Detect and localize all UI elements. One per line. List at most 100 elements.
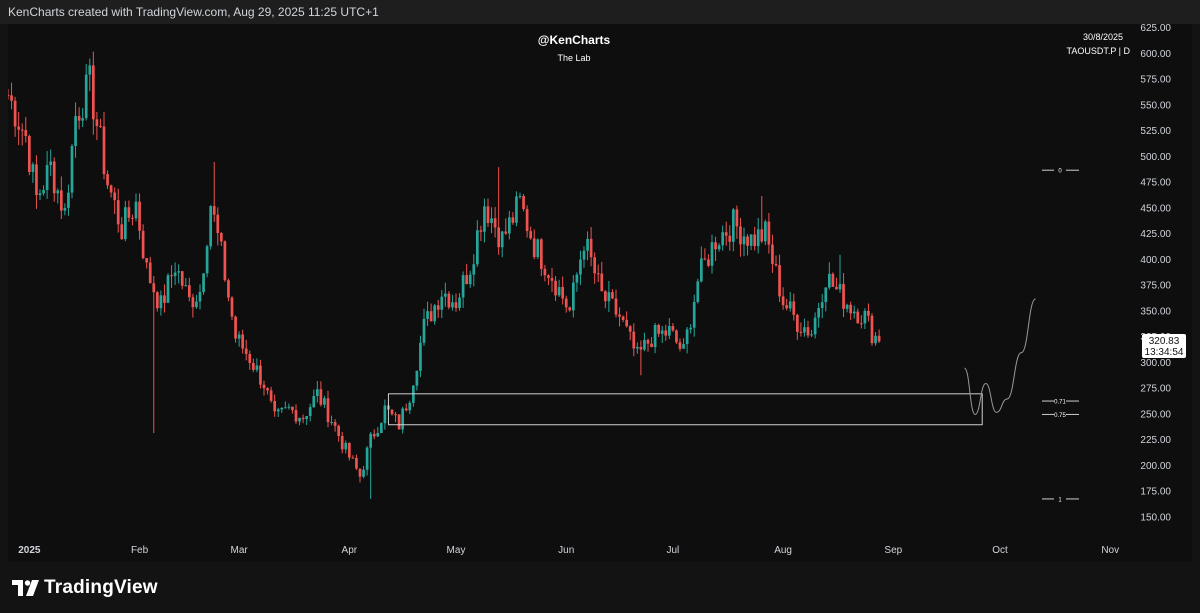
candle (603, 290, 607, 309)
tradingview-logo[interactable]: TradingView (12, 576, 158, 600)
candle (127, 200, 131, 223)
candle-body (145, 258, 149, 263)
candle-body (529, 231, 533, 239)
candle (198, 284, 202, 310)
candle (703, 248, 707, 261)
candle (532, 229, 536, 260)
candle-body (102, 126, 106, 175)
candle-body (283, 407, 287, 409)
candle (330, 415, 333, 426)
candle (639, 340, 643, 376)
candle (163, 284, 166, 313)
candle-body (20, 129, 24, 131)
candle (781, 287, 785, 310)
candle-body (859, 323, 863, 325)
candle-body (678, 342, 682, 349)
candle-body (177, 271, 181, 273)
candle (13, 96, 17, 137)
candle (589, 227, 593, 267)
candle-body (820, 302, 824, 309)
candle-body (635, 346, 639, 349)
candle-body (166, 275, 170, 303)
candle (653, 322, 657, 354)
candle-body (276, 409, 280, 412)
candle (678, 338, 682, 352)
candle-body (419, 342, 422, 371)
candle-body (735, 209, 739, 227)
candle (301, 414, 305, 424)
candle-body (618, 314, 621, 317)
candle-body (24, 130, 28, 136)
candle (824, 287, 828, 312)
candle (209, 205, 213, 250)
candle-body (582, 250, 586, 260)
candle (571, 275, 575, 318)
candle (817, 302, 821, 328)
candle (682, 338, 685, 349)
candle (465, 263, 469, 285)
candle-body (141, 230, 145, 259)
candle (763, 219, 767, 246)
candle-body (856, 311, 860, 324)
candle (379, 422, 383, 434)
candle-body (863, 310, 867, 324)
candle-body (724, 232, 728, 236)
candles-layer (6, 51, 881, 499)
candle (77, 107, 81, 130)
candle-body (586, 238, 589, 251)
candle-body (465, 275, 469, 285)
candle-body (323, 398, 326, 405)
candle (415, 370, 419, 391)
bottom-bar (0, 562, 1200, 613)
candle (319, 381, 323, 407)
candle (244, 339, 248, 361)
candle (38, 189, 42, 201)
candle (749, 234, 753, 251)
info-symbol: TAOUSDT.P | D (1066, 46, 1130, 56)
candle (24, 117, 28, 143)
candle-body (803, 327, 806, 333)
chart-frame[interactable]: 0 0.71 0.75 1 625.00 600.00 575.00 550.00 525.0… (6, 23, 1192, 562)
candle (326, 390, 330, 428)
candle (831, 272, 835, 287)
candle-body (408, 402, 412, 411)
watermark-author: @KenCharts (538, 33, 611, 47)
candle (280, 407, 284, 413)
candle (696, 278, 700, 304)
candle-body (330, 422, 333, 424)
candle (614, 289, 618, 318)
candle-body (500, 231, 504, 248)
candle-body (301, 417, 305, 420)
candle-body (372, 433, 376, 437)
candle (859, 315, 863, 329)
candle (397, 414, 401, 430)
candle-body (749, 234, 753, 246)
candle-body (52, 161, 56, 194)
y-tick-label: 175.00 (1140, 487, 1171, 498)
candle-body (628, 326, 632, 332)
candle (287, 403, 291, 410)
candle-body (376, 432, 380, 437)
tradingview-wordmark: TradingView (44, 577, 158, 598)
candle (810, 329, 813, 338)
candle (323, 395, 326, 408)
candle (650, 337, 653, 348)
candle (628, 324, 632, 341)
candle (116, 188, 120, 233)
candle-body (603, 291, 607, 302)
candle (827, 262, 831, 290)
candle-body (17, 126, 21, 130)
price-chart[interactable]: 0 0.71 0.75 1 625.00 600.00 575.00 550.00 525.0… (6, 23, 1192, 562)
candle-body (838, 284, 842, 290)
candle-body (315, 389, 319, 396)
candle (358, 468, 362, 483)
candle (372, 429, 376, 440)
candle (59, 176, 63, 220)
candle (49, 149, 53, 176)
candle (657, 323, 661, 337)
candle (120, 217, 124, 240)
candle-body (479, 230, 483, 232)
fib-levels: 0 0.71 0.75 1 (1042, 169, 1079, 503)
candle-body (84, 74, 88, 119)
candle (312, 389, 316, 408)
